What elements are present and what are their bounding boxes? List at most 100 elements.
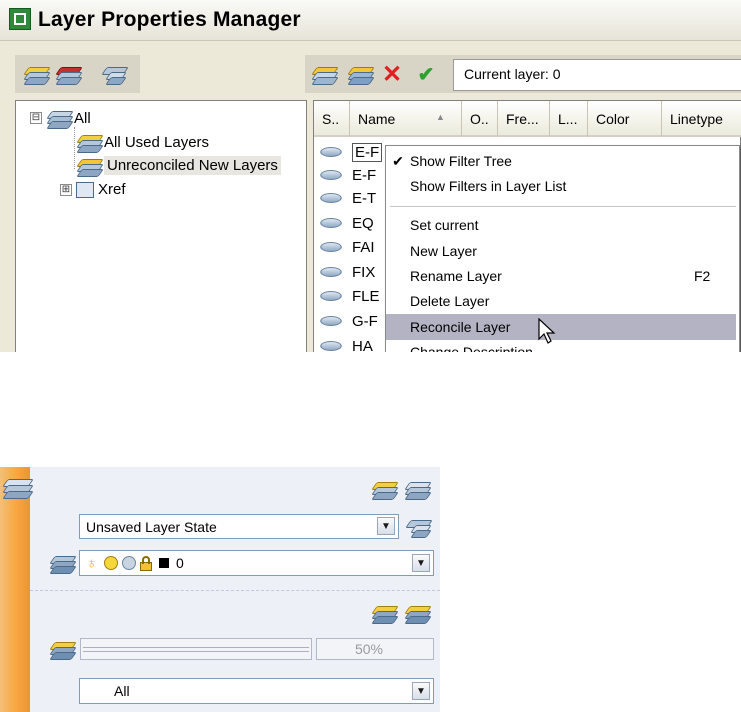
layer-walk-button[interactable] [370,599,399,627]
layer-name: E-F [352,142,383,162]
menu-item-rename-layer[interactable]: Rename Layer F2 [386,263,736,289]
delete-layer-button[interactable]: ✕ [378,60,406,88]
column-linetype[interactable]: Linetype [662,101,741,137]
layer-icon [320,242,342,252]
column-color[interactable]: Color [588,101,662,137]
layer-state-dropdown[interactable]: Unsaved Layer State ▼ [79,514,399,539]
make-current-layer-button[interactable] [48,549,77,577]
menu-shortcut: F2 [694,268,711,284]
menu-item-label: Rename Layer [410,268,502,284]
expand-expander[interactable]: ⊞ [60,183,72,196]
window-title: Layer Properties Manager [38,8,301,31]
menu-item-new-layer[interactable]: New Layer [386,238,736,264]
tree-label-all-used: All Used Layers [104,133,210,151]
layer-merge-icon [404,604,432,624]
new-group-filter-icon [55,65,83,85]
menu-item-show-filters-in-list[interactable]: Show Filters in Layer List [386,173,736,199]
chevron-down-icon[interactable]: ▼ [412,682,430,700]
sun-thaw-icon [104,556,118,570]
current-layer-dropdown[interactable]: ♁ 0 ▼ [79,550,434,576]
new-layer-vp-frozen-icon [347,65,375,85]
layers-panel: Unsaved Layer State ▼ ♁ 0 ▼ 50% All ▼ [0,467,440,712]
current-layer-name: 0 [176,555,184,571]
layer-filter-value: All [114,683,130,699]
layer-states-manager-icon [101,65,129,85]
column-name[interactable]: Name ▲ [350,101,462,137]
panel-divider [30,590,440,591]
color-swatch-black [159,558,169,568]
layer-properties-manager-window: Layer Properties Manager ✕ ✔ Current lay… [0,0,741,352]
tree-label-xref: Xref [98,181,126,198]
mouse-pointer-icon [538,318,556,344]
column-on[interactable]: O.. [462,101,498,137]
menu-separator [390,206,736,207]
layer-icon [320,291,342,301]
layer-state-manager-button[interactable] [404,513,433,541]
layer-properties-icon [371,480,399,500]
layers-panel-icon [2,477,34,499]
fade-slider[interactable] [80,638,312,660]
layer-previous-button[interactable] [403,475,432,503]
layer-merge-button[interactable] [403,599,432,627]
layer-manager-app-icon [9,8,31,30]
tree-node-xref[interactable]: ⊞ Xref [60,181,126,198]
layer-name: FLE [352,287,380,305]
new-layer-icon [311,65,339,85]
menu-item-label: Delete Layer [410,293,490,309]
layer-state-manager-icon [405,518,433,538]
set-current-button[interactable]: ✔ [412,60,440,88]
menu-item-set-current[interactable]: Set current [386,212,736,238]
make-current-icon [49,554,77,574]
fade-percent-field[interactable]: 50% [316,638,434,660]
new-property-filter-button[interactable] [22,60,51,88]
layer-list-header: S.. Name ▲ O.. Fre... L... Color Linetyp… [314,101,741,137]
layer-name: FIX [352,263,376,281]
layer-icon [320,341,342,351]
tree-node-all[interactable]: ⊟ All [30,109,91,129]
layer-name: E-T [352,189,377,207]
panel-title-strip[interactable] [0,467,30,712]
sort-asc-icon: ▲ [436,112,445,122]
menu-item-label: Show Filters in Layer List [410,178,567,194]
menu-item-delete-layer[interactable]: Delete Layer [386,288,736,314]
menu-item-change-description[interactable]: Change Description [386,339,736,352]
menu-item-label: Show Filter Tree [410,153,512,169]
layer-name: FAI [352,238,375,256]
new-group-filter-button[interactable] [54,60,83,88]
menu-item-show-filter-tree[interactable]: ✔ Show Filter Tree [386,148,736,174]
layer-states-manager-button[interactable] [100,60,129,88]
layer-filter-dropdown[interactable]: All ▼ [79,678,434,704]
column-lock[interactable]: L... [550,101,588,137]
unlocked-icon [140,555,154,571]
new-layer-vp-frozen-button[interactable] [346,60,375,88]
new-layer-button[interactable] [310,60,339,88]
layer-fade-icon [49,640,77,660]
menu-item-label: Set current [410,217,479,233]
layer-name: E-F [352,166,377,184]
filter-tree-panel[interactable]: ⊟ All All Used Layers Unreconciled New L… [15,100,307,352]
column-status[interactable]: S.. [314,101,350,137]
chevron-down-icon[interactable]: ▼ [412,554,430,572]
layer-icon [320,316,342,326]
collapse-expander[interactable]: ⊟ [30,112,42,124]
delete-x-icon: ✕ [381,60,403,88]
layer-icon [320,267,342,277]
layer-icon [320,218,342,228]
current-layer-display: Current layer: 0 [453,59,741,91]
layer-walk-icon [371,604,399,624]
tree-node-all-used-layers[interactable]: All Used Layers [76,133,210,153]
menu-item-reconcile-layer[interactable]: Reconcile Layer [386,314,736,340]
all-layers-icon [46,109,74,129]
xref-icon [76,181,94,198]
menu-check-icon: ✔ [392,152,404,169]
column-freeze[interactable]: Fre... [498,101,550,137]
column-name-label: Name [358,111,396,127]
tree-node-unreconciled[interactable]: Unreconciled New Layers [76,156,281,177]
tree-label-all: All [74,109,91,127]
layer-name: G-F [352,312,378,330]
layer-properties-button[interactable] [370,475,399,503]
locked-layer-fading-button[interactable] [48,635,77,663]
chevron-down-icon[interactable]: ▼ [377,517,395,535]
layer-icon [320,170,342,180]
layer-context-menu: ✔ Show Filter Tree Show Filters in Layer… [385,145,740,352]
